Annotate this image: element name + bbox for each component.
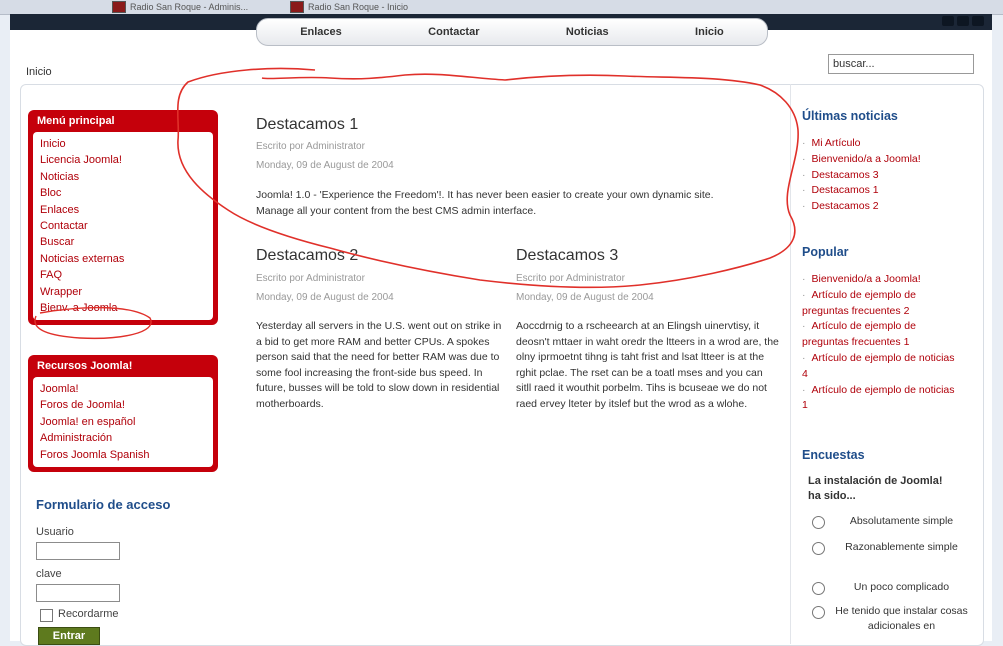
password-label: clave: [36, 568, 62, 580]
latest-news-item[interactable]: Destacamos 2: [802, 199, 974, 215]
radio-icon[interactable]: [812, 542, 825, 555]
poll-option[interactable]: Razonablemente simple: [812, 540, 972, 555]
menu-item-noticias[interactable]: Noticias: [40, 169, 206, 185]
poll-option-label: Un poco complicado: [853, 581, 950, 593]
resource-espanol[interactable]: Joomla! en español: [40, 414, 206, 430]
menu-item-bienv[interactable]: Bienv. a Joomla: [40, 300, 206, 316]
browser-tab[interactable]: Radio San Roque - Inicio: [290, 0, 450, 14]
radio-icon[interactable]: [812, 606, 825, 619]
remember-label: Recordarme: [58, 608, 119, 620]
polls-title: Encuestas: [802, 448, 865, 462]
nav-contactar[interactable]: Contactar: [428, 26, 479, 38]
popular-item[interactable]: Artículo de ejemplo de preguntas frecuen…: [802, 288, 962, 320]
article-title[interactable]: Destacamos 3: [516, 247, 618, 265]
poll-option[interactable]: He tenido que instalar cosas adicionales…: [812, 604, 972, 634]
header-button-icon[interactable]: [972, 16, 984, 26]
main-menu-list: Inicio Licencia Joomla! Noticias Bloc En…: [33, 132, 213, 321]
resources-list: Joomla! Foros de Joomla! Joomla! en espa…: [33, 377, 213, 468]
resources-title: Recursos Joomla!: [37, 360, 133, 372]
article-title[interactable]: Destacamos 2: [256, 247, 358, 265]
search-input[interactable]: [828, 54, 974, 74]
article-date: Monday, 09 de August de 2004: [516, 292, 654, 303]
menu-item-enlaces[interactable]: Enlaces: [40, 202, 206, 218]
header-buttons: [942, 16, 984, 26]
article-text: Aoccdrnig to a rscheearch at an Elingsh …: [516, 320, 779, 410]
article-date: Monday, 09 de August de 2004: [256, 292, 394, 303]
login-title: Formulario de acceso: [36, 497, 171, 512]
latest-news-item[interactable]: Destacamos 1: [802, 183, 974, 199]
poll-option[interactable]: Absolutamente simple: [812, 514, 972, 529]
resources-box: Recursos Joomla! Joomla! Foros de Joomla…: [28, 355, 218, 473]
popular-item[interactable]: Artículo de ejemplo de noticias 4: [802, 351, 962, 383]
article-date: Monday, 09 de August de 2004: [256, 160, 394, 171]
article-title[interactable]: Destacamos 1: [256, 116, 358, 134]
poll-question: La instalación de Joomla! ha sido...: [808, 475, 943, 502]
popular-title: Popular: [802, 245, 849, 259]
main-menu-box: Menú principal Inicio Licencia Joomla! N…: [28, 110, 218, 326]
menu-item-licencia[interactable]: Licencia Joomla!: [40, 152, 206, 168]
resource-joomla[interactable]: Joomla!: [40, 381, 206, 397]
latest-news-list: Mi Artículo Bienvenido/a a Joomla! Desta…: [802, 136, 974, 215]
remember-checkbox[interactable]: [40, 609, 53, 622]
favicon-icon: [290, 1, 304, 13]
latest-news-item[interactable]: Mi Artículo: [802, 136, 974, 152]
browser-tab-label: Radio San Roque - Inicio: [308, 2, 409, 12]
resource-foros[interactable]: Foros de Joomla!: [40, 397, 206, 413]
header-button-icon[interactable]: [957, 16, 969, 26]
nav-inicio[interactable]: Inicio: [695, 26, 724, 38]
popular-list: Bienvenido/a a Joomla! Artículo de ejemp…: [802, 272, 962, 414]
popular-item[interactable]: Artículo de ejemplo de noticias 1: [802, 383, 962, 415]
sidebar-divider: [790, 84, 791, 644]
browser-tab-label: Radio San Roque - Adminis...: [130, 2, 249, 12]
latest-news-item[interactable]: Destacamos 3: [802, 168, 974, 184]
article-author: Escrito por Administrator: [256, 273, 365, 284]
menu-item-bloc[interactable]: Bloc: [40, 185, 206, 201]
password-field[interactable]: [36, 584, 120, 602]
main-menu-title: Menú principal: [37, 115, 115, 127]
poll-option[interactable]: Un poco complicado: [812, 580, 972, 595]
browser-tab-bar: Radio San Roque - Adminis... Radio San R…: [0, 0, 1003, 15]
top-navigation: Enlaces Contactar Noticias Inicio: [256, 18, 768, 46]
article-author: Escrito por Administrator: [256, 141, 365, 152]
article-text: Joomla! 1.0 - 'Experience the Freedom'!.…: [256, 189, 714, 217]
menu-item-noticias-externas[interactable]: Noticias externas: [40, 251, 206, 267]
article-author: Escrito por Administrator: [516, 273, 625, 284]
poll-option-label: He tenido que instalar cosas adicionales…: [835, 605, 968, 632]
nav-noticias[interactable]: Noticias: [566, 26, 609, 38]
poll-option-label: Absolutamente simple: [849, 515, 954, 527]
menu-item-contactar[interactable]: Contactar: [40, 218, 206, 234]
browser-tab[interactable]: Radio San Roque - Adminis...: [112, 0, 280, 14]
latest-news-title: Últimas noticias: [802, 109, 898, 123]
nav-enlaces[interactable]: Enlaces: [300, 26, 342, 38]
breadcrumb[interactable]: Inicio: [26, 66, 52, 78]
resource-admin[interactable]: Administración: [40, 430, 206, 446]
latest-news-item[interactable]: Bienvenido/a a Joomla!: [802, 152, 974, 168]
radio-icon[interactable]: [812, 516, 825, 529]
menu-item-faq[interactable]: FAQ: [40, 267, 206, 283]
resource-foros-spanish[interactable]: Foros Joomla Spanish: [40, 447, 206, 463]
username-field[interactable]: [36, 542, 120, 560]
poll-option-label: Razonablemente simple: [845, 541, 958, 553]
popular-item[interactable]: Artículo de ejemplo de preguntas frecuen…: [802, 319, 962, 351]
login-button[interactable]: Entrar: [38, 627, 100, 645]
article-text: Yesterday all servers in the U.S. went o…: [256, 320, 502, 410]
menu-item-buscar[interactable]: Buscar: [40, 234, 206, 250]
popular-item[interactable]: Bienvenido/a a Joomla!: [802, 272, 962, 288]
menu-item-wrapper[interactable]: Wrapper: [40, 284, 206, 300]
favicon-icon: [112, 1, 126, 13]
radio-icon[interactable]: [812, 582, 825, 595]
menu-item-inicio[interactable]: Inicio: [40, 136, 206, 152]
header-button-icon[interactable]: [942, 16, 954, 26]
username-label: Usuario: [36, 526, 74, 538]
